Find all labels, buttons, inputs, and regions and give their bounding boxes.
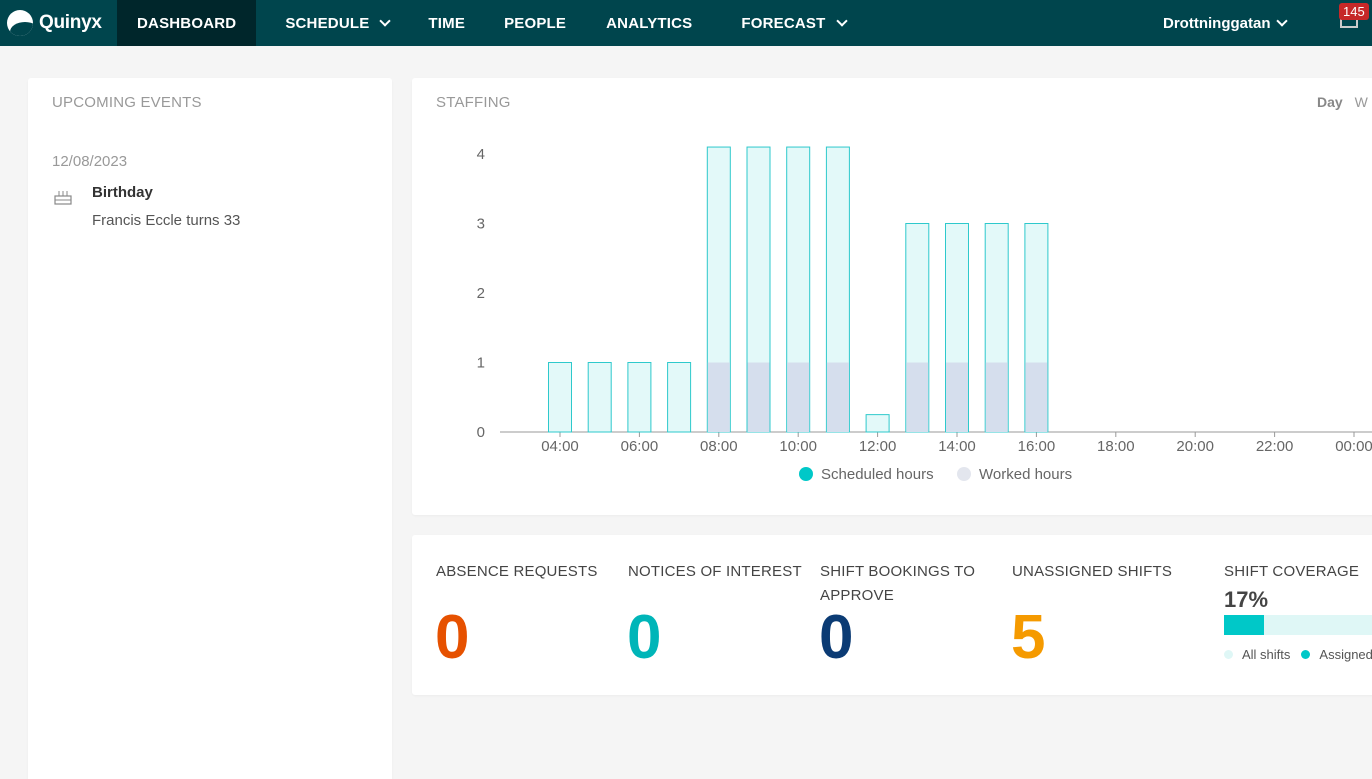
shift-coverage-bar [1224,615,1372,635]
shift-bookings-label: SHIFT BOOKINGS TO APPROVE [820,560,975,608]
event-date: 12/08/2023 [52,153,128,170]
all-shifts-dot [1224,650,1233,659]
worked-hours-bar [906,362,929,432]
nav-dashboard[interactable]: DASHBOARD [117,0,257,46]
shift-bookings-label-line2: APPROVE [820,587,894,604]
nav-forecast-label: FORECAST [741,14,826,32]
notices-of-interest-label: NOTICES OF INTEREST [628,563,802,580]
quinyx-logo[interactable]: Quinyx [0,0,117,46]
nav-forecast[interactable]: FORECAST [741,0,848,46]
x-tick-label: 06:00 [621,438,659,455]
store-name: Drottninggatan [1163,14,1271,32]
scheduled-hours-bar [548,362,572,433]
x-tick-label: 12:00 [859,438,897,455]
nav-schedule[interactable]: SCHEDULE [285,0,392,46]
x-tick-label: 08:00 [700,438,738,455]
shift-bookings-label-line1: SHIFT BOOKINGS TO [820,563,976,580]
event-description: Francis Eccle turns 33 [92,212,241,229]
absence-requests-label: ABSENCE REQUESTS [436,563,598,580]
shift-coverage-percent: 17% [1224,587,1269,612]
logo-text: Quinyx [39,12,102,33]
scheduled-hours-legend-label: Scheduled hours [821,466,934,483]
unassigned-shifts-label: UNASSIGNED SHIFTS [1012,563,1173,580]
assigned-dot [1301,650,1311,659]
stats-card: ABSENCE REQUESTS 0 NOTICES OF INTEREST 0… [412,535,1372,695]
shift-coverage-legend: All shifts Assigned [1224,647,1372,662]
x-tick-label: 14:00 [938,438,976,455]
chevron-down-icon [1276,14,1289,27]
notices-of-interest-value[interactable]: 0 [627,607,661,669]
staffing-chart: 0 1 2 3 4 04:00 06:00 08:00 10:00 12:00 14:00 16:00… [477,146,1372,483]
top-navigation: Quinyx DASHBOARD SCHEDULE TIME PEOPLE AN… [0,0,1372,46]
y-tick-label: 3 [477,216,485,233]
scheduled-hours-legend-dot [799,467,813,481]
x-tick-label: 00:00 [1335,438,1372,455]
y-tick-label: 4 [477,146,485,163]
scheduled-hours-bar [587,362,612,433]
worked-hours-bar [826,362,849,432]
staffing-card: STAFFING Day W 0 1 2 3 4 04:00 06:00 08:00 10:00… [412,78,1372,515]
y-tick-label: 2 [477,285,485,302]
x-tick-label: 18:00 [1097,438,1135,455]
worked-hours-bar [787,362,810,432]
x-tick-label: 20:00 [1176,438,1214,455]
worked-hours-bar [707,362,730,432]
store-selector[interactable]: Drottninggatan [1163,0,1289,46]
worked-hours-bar [1025,362,1048,432]
x-tick-label: 22:00 [1256,438,1294,455]
chevron-down-icon [835,14,848,27]
unassigned-shifts-value[interactable]: 5 [1011,607,1045,669]
x-tick-label: 04:00 [541,438,579,455]
upcoming-events-title: UPCOMING EVENTS [52,94,202,111]
event-title: Birthday [92,184,153,201]
nav-schedule-label: SCHEDULE [285,14,370,32]
birthday-cake-icon [54,191,72,205]
absence-requests-value[interactable]: 0 [435,607,469,669]
worked-hours-bar [946,362,968,432]
nav-analytics[interactable]: ANALYTICS [606,0,692,46]
worked-hours-legend-label: Worked hours [979,466,1072,483]
assigned-label: Assigned [1319,647,1372,662]
y-tick-label: 0 [477,424,485,441]
scheduled-hours-bar [865,414,890,433]
x-tick-label: 16:00 [1018,438,1056,455]
scheduled-hours-bar [667,362,692,433]
worked-hours-bar [747,362,770,432]
notification-badge: 145 [1339,3,1369,20]
quinyx-logo-icon [7,10,33,36]
worked-hours-bar [985,362,1008,432]
shift-coverage-fill [1224,615,1264,635]
x-tick-label: 10:00 [779,438,817,455]
worked-hours-legend-dot [957,467,971,481]
all-shifts-label: All shifts [1242,647,1291,662]
scheduled-hours-bar [627,362,652,433]
shift-coverage-label: SHIFT COVERAGE [1224,563,1360,580]
y-tick-label: 1 [477,355,485,372]
shift-bookings-value[interactable]: 0 [819,607,853,669]
nav-time[interactable]: TIME [428,0,465,46]
upcoming-events-card: UPCOMING EVENTS 12/08/2023 Birthday Fran… [28,78,392,779]
chevron-down-icon [379,14,392,27]
nav-people[interactable]: PEOPLE [504,0,566,46]
